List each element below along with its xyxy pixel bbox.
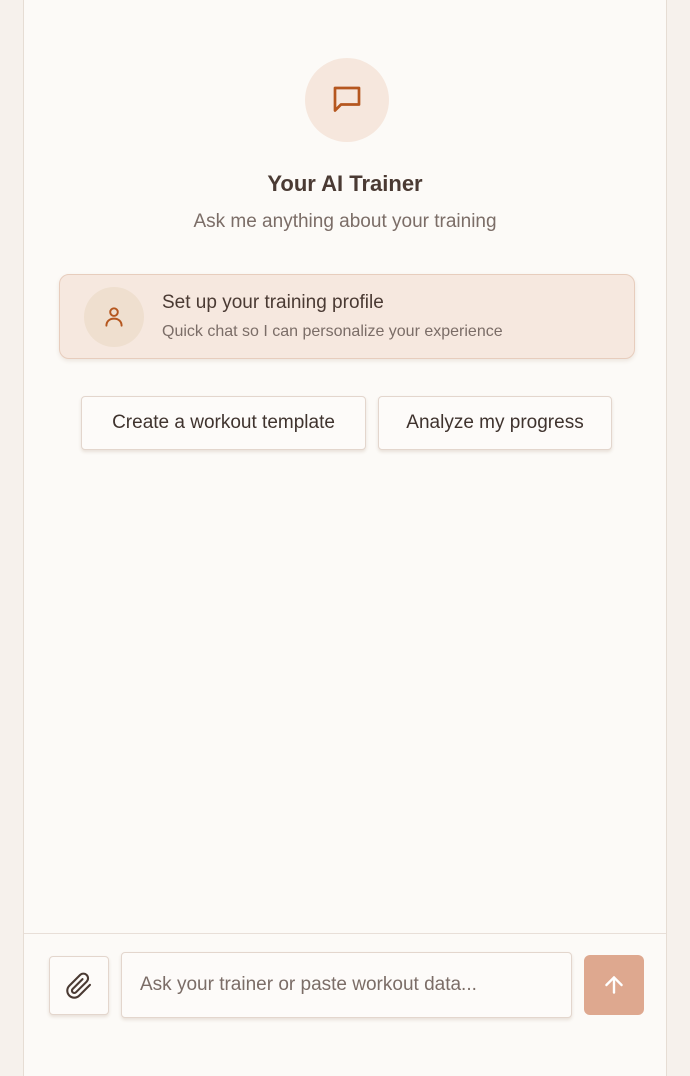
page-title: Your AI Trainer <box>267 171 423 196</box>
attach-button[interactable] <box>49 956 109 1015</box>
profile-card-subtitle: Quick chat so I can personalize your exp… <box>162 323 503 340</box>
chat-panel: Your AI Trainer Ask me anything about yo… <box>23 0 667 1076</box>
analyze-progress-button[interactable]: Analyze my progress <box>378 396 612 450</box>
chat-bubble-icon <box>305 58 389 142</box>
user-icon <box>84 287 144 347</box>
setup-profile-card[interactable]: Set up your training profile Quick chat … <box>59 274 635 359</box>
arrow-up-icon <box>605 976 623 994</box>
page-subtitle: Ask me anything about your training <box>193 211 497 232</box>
create-workout-template-button[interactable]: Create a workout template <box>81 396 366 450</box>
chat-input[interactable] <box>121 952 572 1018</box>
paperclip-icon <box>66 972 92 999</box>
composer-divider <box>24 933 666 934</box>
profile-card-title: Set up your training profile <box>162 292 384 313</box>
send-button[interactable] <box>584 955 644 1015</box>
